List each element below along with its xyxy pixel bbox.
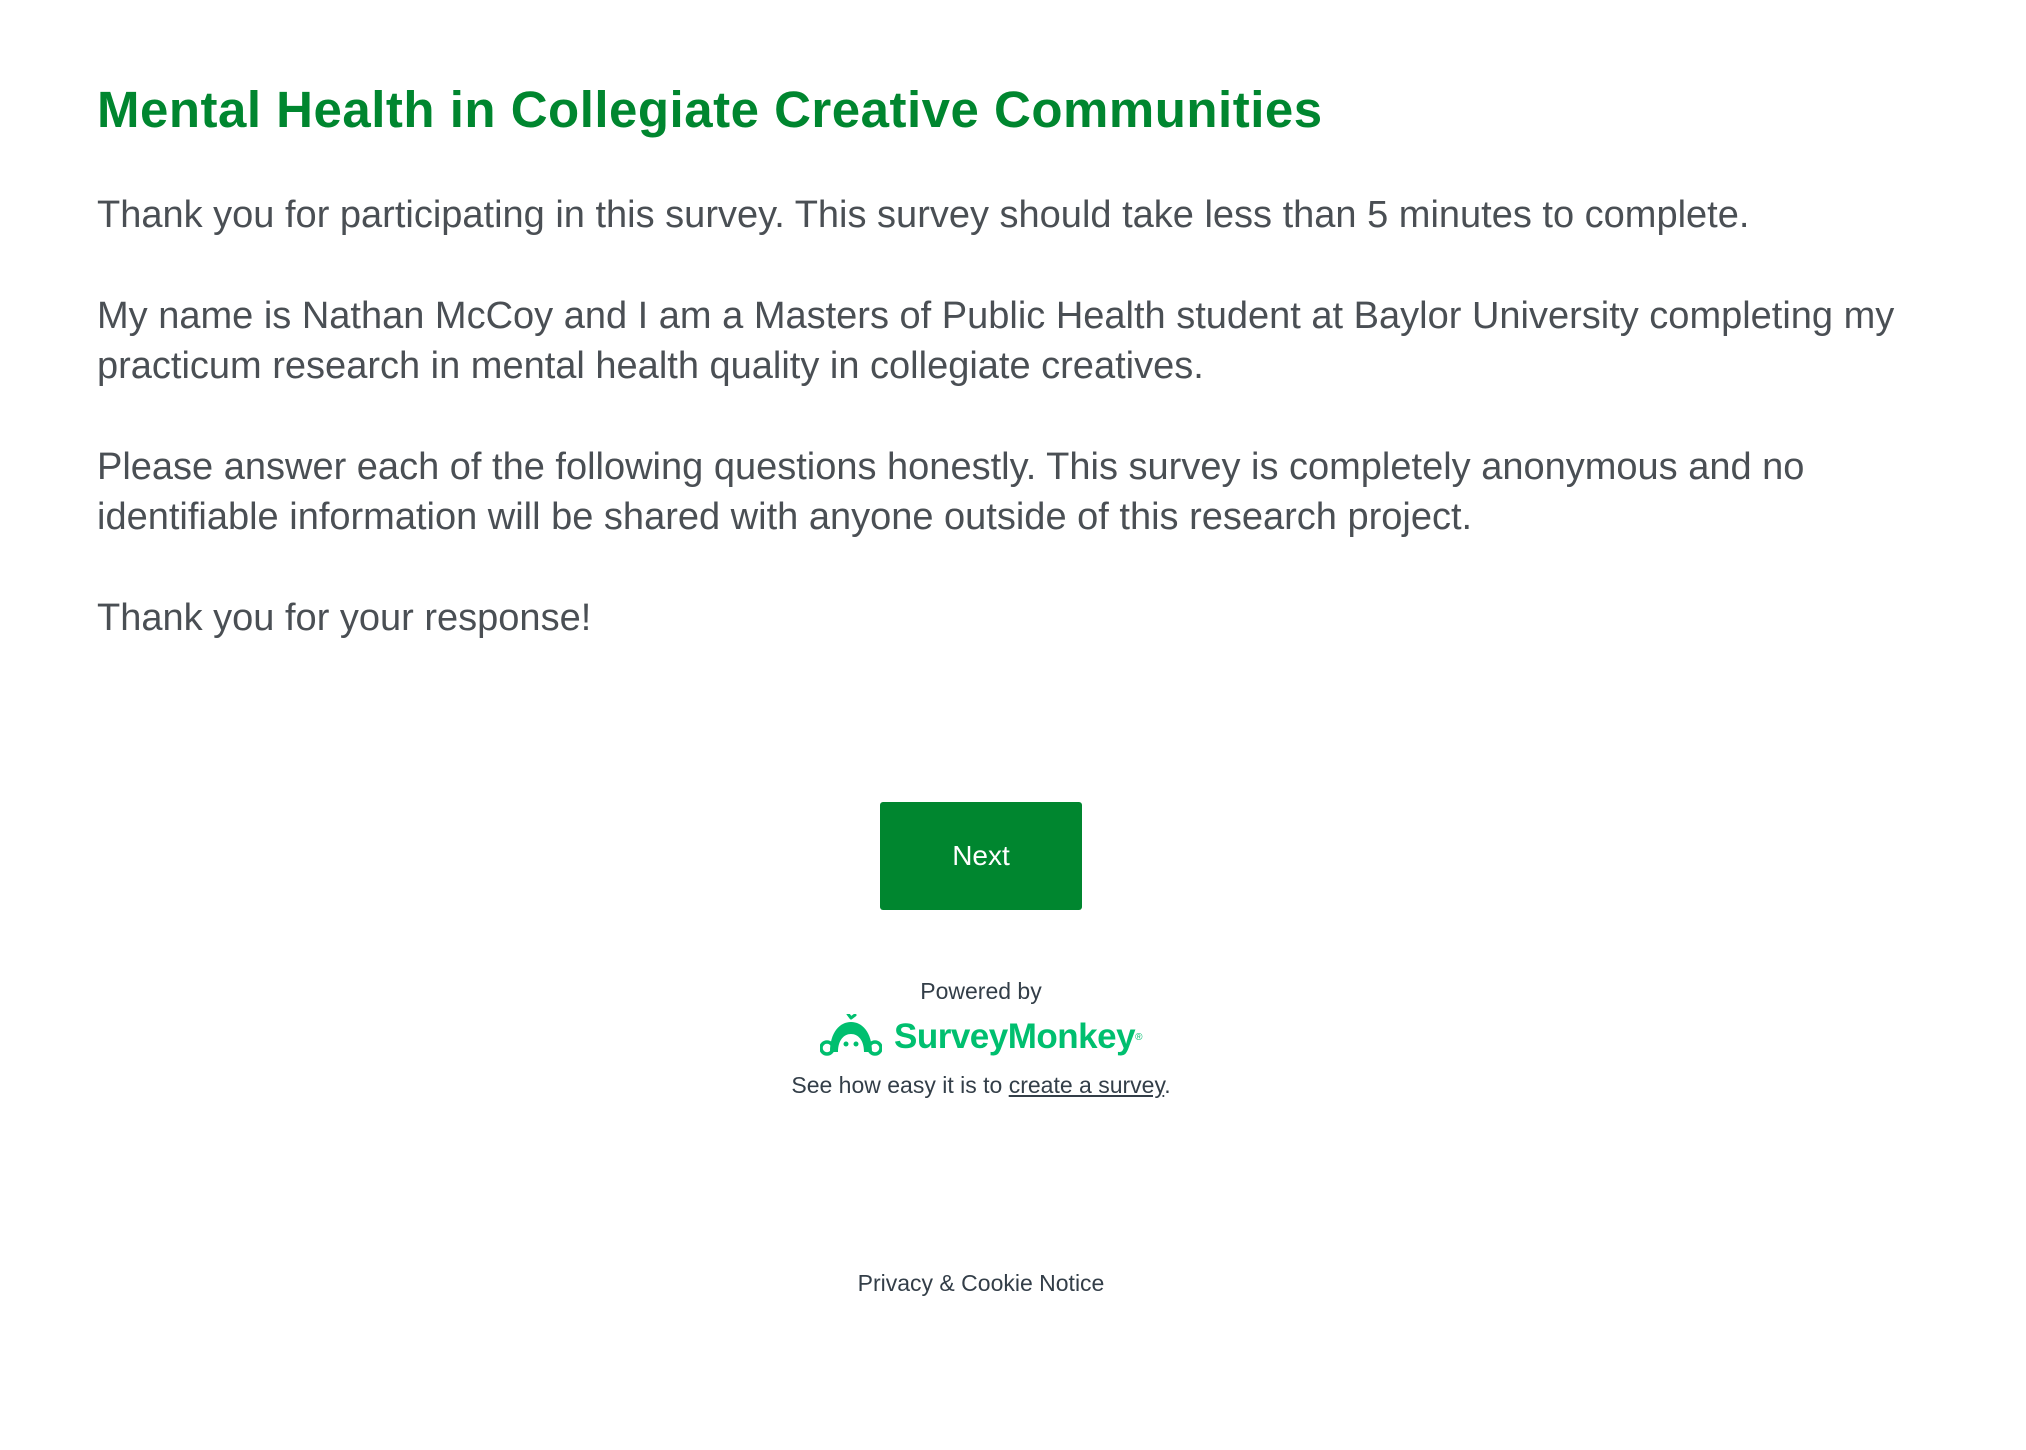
intro-paragraph: My name is Nathan McCoy and I am a Maste… xyxy=(97,295,1895,387)
survey-title: Mental Health in Collegiate Creative Com… xyxy=(97,81,1323,138)
create-survey-suffix: . xyxy=(1164,1072,1171,1098)
intro-paragraph: Thank you for participating in this surv… xyxy=(97,194,1750,236)
create-survey-line: See how easy it is to create a survey. xyxy=(0,1072,1962,1099)
intro-paragraph: Please answer each of the following ques… xyxy=(97,446,1805,538)
surveymonkey-wordmark: SurveyMonkey xyxy=(894,1017,1136,1056)
create-survey-link[interactable]: create a survey xyxy=(1009,1072,1165,1098)
survey-intro: Thank you for participating in this surv… xyxy=(97,190,1927,694)
powered-by-label: Powered by xyxy=(920,978,1042,1004)
registered-mark: ® xyxy=(1135,1031,1143,1043)
privacy-cookie-notice-link[interactable]: Privacy & Cookie Notice xyxy=(0,1270,1962,1297)
create-survey-prefix: See how easy it is to xyxy=(791,1072,1009,1098)
intro-paragraph: Thank you for your response! xyxy=(97,597,592,639)
next-button[interactable]: Next xyxy=(880,802,1082,910)
surveymonkey-logo-icon xyxy=(820,1014,882,1056)
surveymonkey-logo[interactable]: SurveyMonkey ® xyxy=(820,1012,1142,1062)
